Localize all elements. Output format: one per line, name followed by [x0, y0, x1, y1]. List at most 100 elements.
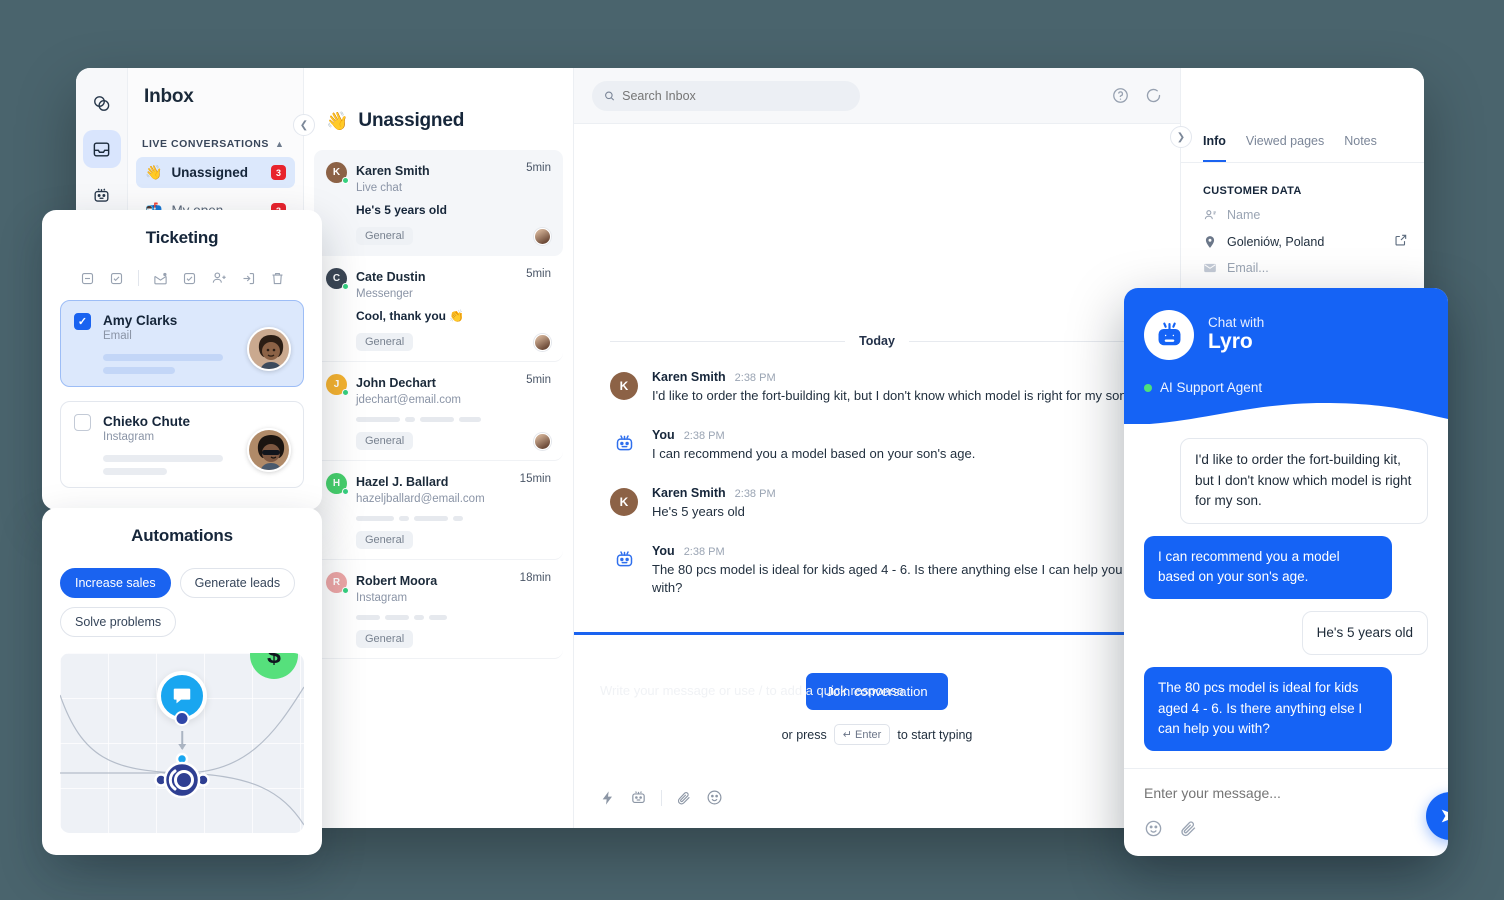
- chip-generate-leads[interactable]: Generate leads: [179, 568, 296, 598]
- message-text: I can recommend you a model based on you…: [652, 445, 976, 461]
- move-icon[interactable]: [241, 271, 256, 286]
- main-conversation-panel: Today K Karen Smith 2:38 PM I'd like to ord…: [574, 68, 1180, 828]
- tidio-logo-icon[interactable]: [83, 84, 121, 122]
- ticketing-title: Ticketing: [145, 228, 219, 247]
- paperclip-icon[interactable]: [676, 790, 692, 806]
- flow-arrow-icon: [178, 731, 185, 750]
- bot-avatar-icon: [610, 430, 638, 458]
- avatar: K: [610, 487, 638, 516]
- tab-info[interactable]: Info: [1203, 134, 1226, 162]
- conversation-footer: General: [356, 333, 551, 351]
- open-external-icon[interactable]: [1394, 233, 1408, 250]
- message-composer: Write your message or use / to add a qui…: [574, 632, 1180, 828]
- sidebar-item-unassigned[interactable]: 👋 Unassigned 3: [136, 157, 295, 188]
- automation-flow-canvas[interactable]: $: [60, 653, 304, 833]
- expand-info-button[interactable]: ❯: [1170, 126, 1192, 148]
- conversation-list-column: ❮ 👋 Unassigned K Karen Smith Live chat 5min…: [293, 68, 574, 828]
- assignee-avatar: [534, 432, 551, 450]
- message-time: 2:38 PM: [734, 487, 776, 500]
- conversation-header: J John Dechart jdechart@email.com 5min: [326, 374, 551, 406]
- chip-solve-problems[interactable]: Solve problems: [60, 607, 177, 637]
- message-text: I'd like to order the fort-building kit,…: [652, 388, 1131, 403]
- tab-notes[interactable]: Notes: [1344, 134, 1377, 162]
- chip-increase-sales[interactable]: Increase sales: [60, 568, 171, 598]
- conversation-tag[interactable]: General: [356, 227, 414, 245]
- paperclip-icon[interactable]: [1179, 819, 1198, 838]
- avatar: C: [326, 268, 349, 290]
- message: K Karen Smith 2:38 PM I'd like to order the…: [610, 370, 1144, 406]
- message: K Karen Smith 2:38 PM He's 5 years old: [610, 486, 1144, 522]
- online-status-dot-icon: [342, 177, 349, 184]
- collapse-list-button[interactable]: ❮: [293, 114, 315, 136]
- message-author: Karen Smith: [652, 370, 726, 384]
- ticket-checkbox[interactable]: [74, 414, 91, 431]
- select-all-icon[interactable]: [109, 271, 124, 286]
- conversation-snippet: Cool, thank you 👏: [356, 309, 465, 323]
- toolbar-actions: [1112, 87, 1162, 104]
- customer-data-location-row[interactable]: Goleniów, Poland: [1181, 222, 1424, 250]
- emoji-icon[interactable]: [706, 789, 723, 806]
- chevron-up-icon[interactable]: ▲: [275, 139, 284, 149]
- ticket-row[interactable]: ✓ Amy Clarks Email: [60, 300, 304, 387]
- automations-card: Automations Increase sales Generate lead…: [42, 508, 322, 855]
- tab-viewed-pages[interactable]: Viewed pages: [1246, 134, 1324, 162]
- deselect-icon[interactable]: [80, 271, 95, 286]
- search-inbox-box[interactable]: [592, 80, 860, 111]
- help-circle-icon[interactable]: [1112, 87, 1129, 104]
- conversation-list-item[interactable]: R Robert Moora Instagram 18min General: [314, 560, 563, 659]
- conversation-list-item[interactable]: J John Dechart jdechart@email.com 5min Gener…: [314, 362, 563, 461]
- live-conversations-section[interactable]: LIVE CONVERSATIONS ▲: [128, 138, 303, 150]
- screenshot-stage: Inbox LIVE CONVERSATIONS ▲ 👋 Unassigned …: [0, 0, 1504, 900]
- chat-node-icon[interactable]: [157, 671, 207, 721]
- customer-data-email-row[interactable]: Email...: [1181, 250, 1424, 275]
- assign-user-icon[interactable]: [211, 270, 227, 286]
- conversation-time: 5min: [526, 268, 551, 280]
- conversation-footer: General: [356, 432, 551, 450]
- conversation-list-item[interactable]: H Hazel J. Ballard hazeljballard@email.com…: [314, 461, 563, 560]
- ticket-row[interactable]: Chieko Chute Instagram: [60, 401, 304, 488]
- lyro-subtitle: Chat with: [1208, 315, 1265, 331]
- customer-email-value: Email...: [1227, 261, 1269, 275]
- sidebar-item-label: Unassigned: [171, 165, 248, 180]
- lyro-chat-widget: Chat with Lyro AI Support Agent I'd like…: [1124, 288, 1448, 856]
- conversation-header: R Robert Moora Instagram 18min: [326, 572, 551, 604]
- send-icon[interactable]: [1426, 792, 1448, 840]
- message-author: You: [652, 427, 675, 442]
- header-wave-shape: [1124, 403, 1448, 425]
- conversation-channel: hazeljballard@email.com: [356, 493, 485, 505]
- lyro-status: AI Support Agent: [1144, 380, 1428, 395]
- conversation-tag[interactable]: General: [356, 630, 414, 648]
- conversation-time: 5min: [526, 374, 551, 386]
- search-input[interactable]: [622, 88, 848, 103]
- refresh-icon[interactable]: [1145, 87, 1162, 104]
- mark-done-icon[interactable]: [182, 271, 197, 286]
- core-node-icon[interactable]: [153, 751, 211, 809]
- message-list: K Karen Smith 2:38 PM I'd like to order the…: [610, 370, 1144, 598]
- message-time: 2:38 PM: [683, 545, 725, 558]
- robot-icon[interactable]: [630, 789, 647, 806]
- customer-data-name-row[interactable]: Name: [1181, 197, 1424, 222]
- hint-after: to start typing: [897, 727, 973, 742]
- conversation-list[interactable]: K Karen Smith Live chat 5min He's 5 years ol…: [304, 150, 573, 828]
- sidebar-item-inbox[interactable]: [82, 130, 121, 168]
- conversation-tag[interactable]: General: [356, 531, 414, 549]
- lyro-message-input[interactable]: [1144, 785, 1428, 801]
- conversation-contact-name: Cate Dustin: [356, 270, 426, 284]
- lyro-message-list: I'd like to order the fort-building kit,…: [1124, 424, 1448, 768]
- online-status-dot-icon: [1144, 383, 1152, 392]
- emoji-icon[interactable]: [1144, 819, 1163, 838]
- conversation-tag[interactable]: General: [356, 333, 414, 351]
- preview-skeleton: [356, 615, 551, 620]
- conversation-list-item[interactable]: K Karen Smith Live chat 5min He's 5 years ol…: [314, 150, 563, 256]
- bot-icon[interactable]: [83, 176, 121, 214]
- message: You 2:38 PM The 80 pcs model is ideal for …: [610, 544, 1144, 599]
- conversation-tag[interactable]: General: [356, 432, 414, 450]
- customer-data-title: CUSTOMER DATA: [1203, 185, 1302, 197]
- ticket-checkbox[interactable]: ✓: [74, 313, 91, 330]
- hint-before: or press: [781, 727, 827, 742]
- conversation-list-item[interactable]: C Cate Dustin Messenger 5min Cool, thank you…: [314, 256, 563, 362]
- conversation-channel: Live chat: [356, 182, 403, 194]
- lightning-icon[interactable]: [600, 790, 616, 806]
- delete-icon[interactable]: [270, 271, 285, 286]
- mark-unread-icon[interactable]: [153, 271, 168, 286]
